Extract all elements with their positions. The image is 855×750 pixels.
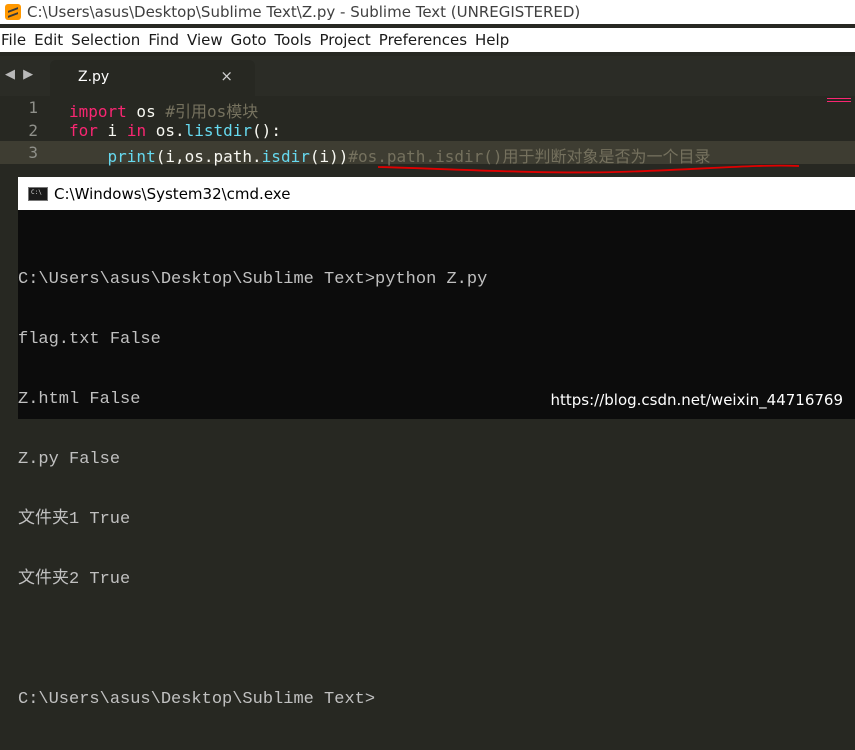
close-icon[interactable]: × bbox=[220, 67, 233, 85]
keyword: for bbox=[69, 121, 98, 140]
function-name: listdir bbox=[184, 121, 253, 140]
code-line-1: import os #引用os模块 bbox=[69, 98, 258, 122]
line-number: 2 bbox=[28, 121, 38, 140]
code-text: (i,os.path. bbox=[155, 147, 262, 166]
menu-bar: File Edit Selection Find View Goto Tools… bbox=[0, 28, 855, 52]
menu-tools[interactable]: Tools bbox=[275, 31, 320, 49]
code-text: i bbox=[97, 121, 127, 140]
window-title: C:\Users\asus\Desktop\Sublime Text\Z.py … bbox=[27, 3, 581, 21]
line-number: 1 bbox=[28, 98, 38, 117]
menu-project[interactable]: Project bbox=[319, 31, 378, 49]
keyword: in bbox=[126, 121, 147, 140]
code-text: os bbox=[126, 102, 166, 121]
function-name: print bbox=[107, 147, 156, 166]
cmd-line: 文件夹2 True bbox=[18, 570, 131, 589]
cmd-output[interactable]: C:\Users\asus\Desktop\Sublime Text>pytho… bbox=[18, 230, 855, 750]
menu-preferences[interactable]: Preferences bbox=[379, 31, 475, 49]
tab-label: Z.py bbox=[78, 69, 110, 85]
code-text: (): bbox=[252, 121, 281, 140]
code-editor[interactable]: 1 2 3 import os #引用os模块 for i in os.list… bbox=[0, 96, 855, 176]
sublime-title-bar: C:\Users\asus\Desktop\Sublime Text\Z.py … bbox=[0, 0, 855, 24]
tab-bar: ◀ ▶ Z.py × bbox=[0, 56, 855, 96]
code-text: os. bbox=[146, 121, 185, 140]
red-annotation-underline bbox=[377, 164, 800, 174]
keyword: import bbox=[69, 102, 127, 121]
menu-help[interactable]: Help bbox=[475, 31, 517, 49]
minimap[interactable] bbox=[827, 98, 851, 102]
tab-nav-arrows-icon[interactable]: ◀ ▶ bbox=[5, 67, 35, 82]
cmd-window: C:\Windows\System32\cmd.exe C:\Users\asu… bbox=[18, 177, 855, 709]
menu-goto[interactable]: Goto bbox=[231, 31, 275, 49]
function-name: isdir bbox=[261, 147, 310, 166]
line-number: 3 bbox=[28, 143, 38, 162]
cmd-icon bbox=[28, 186, 48, 201]
sublime-logo-icon bbox=[5, 4, 21, 20]
cmd-line: Z.py False bbox=[18, 450, 121, 469]
cmd-line: C:\Users\asus\Desktop\Sublime Text>pytho… bbox=[18, 270, 488, 289]
code-comment: #引用os模块 bbox=[165, 102, 259, 121]
cmd-line bbox=[18, 630, 855, 650]
menu-find[interactable]: Find bbox=[148, 31, 187, 49]
cmd-title: C:\Windows\System32\cmd.exe bbox=[54, 184, 291, 203]
watermark: https://blog.csdn.net/weixin_44716769 bbox=[550, 391, 843, 409]
cmd-line: flag.txt False bbox=[18, 330, 161, 349]
cmd-prompt: C:\Users\asus\Desktop\Sublime Text> bbox=[18, 690, 376, 709]
cmd-line: 文件夹1 True bbox=[18, 510, 131, 529]
tab-z-py[interactable]: Z.py × bbox=[50, 60, 255, 96]
cmd-title-bar: C:\Windows\System32\cmd.exe bbox=[18, 177, 855, 210]
menu-selection[interactable]: Selection bbox=[71, 31, 148, 49]
code-line-2: for i in os.listdir(): bbox=[69, 121, 281, 140]
cmd-prompt-line: C:\Users\asus\Desktop\Sublime Text> bbox=[18, 690, 855, 710]
menu-file[interactable]: File bbox=[1, 31, 34, 49]
menu-view[interactable]: View bbox=[187, 31, 231, 49]
code-text: (i)) bbox=[309, 147, 349, 166]
menu-edit[interactable]: Edit bbox=[34, 31, 71, 49]
